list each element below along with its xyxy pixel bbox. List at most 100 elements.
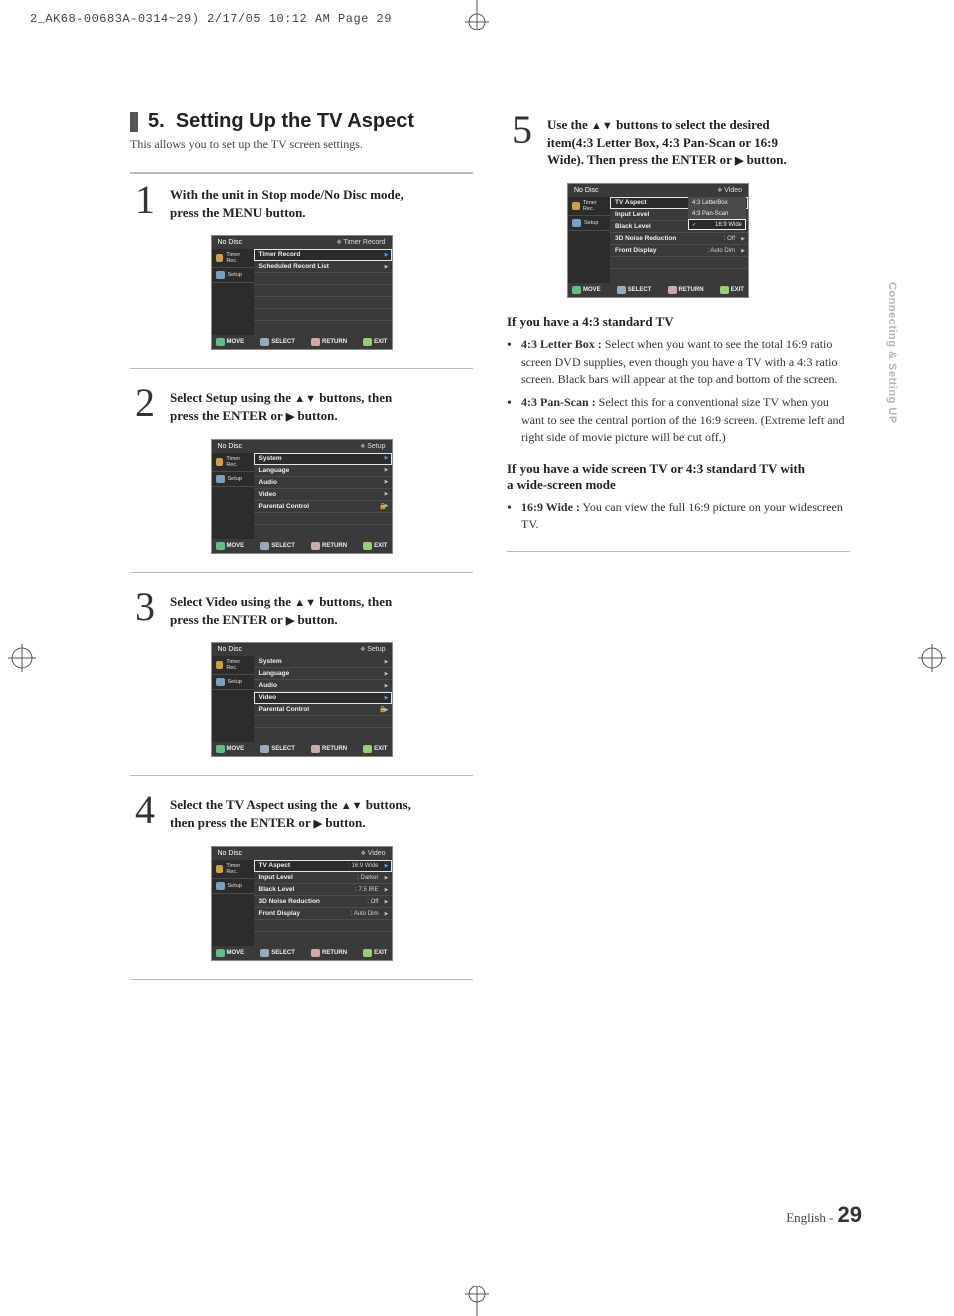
step-text: With the unit in Stop mode/No Disc mode,…: [170, 184, 404, 221]
timer-icon: [572, 202, 580, 210]
osd-sidebar-timer: Timer Rec.: [212, 656, 254, 675]
osd-row-empty: [254, 513, 392, 525]
move-key-icon: [216, 542, 225, 550]
exit-key-icon: [363, 949, 372, 957]
osd-sidebar-timer: Timer Rec.: [212, 453, 254, 472]
osd-step-4: No Disc Video Timer Rec. Setup TV Aspect…: [211, 846, 393, 961]
osd-legend: MOVE SELECT RETURN EXIT: [212, 742, 392, 756]
timer-icon: [216, 254, 224, 262]
chevron-right-icon: ▶: [385, 911, 389, 917]
exit-key-icon: [363, 338, 372, 346]
select-key-icon: [260, 949, 269, 957]
exit-key-icon: [363, 745, 372, 753]
bullet-list: 16:9 Wide : You can view the full 16:9 p…: [507, 499, 850, 534]
chevron-right-icon: ▶: [385, 683, 389, 689]
exit-key-icon: [720, 286, 729, 294]
right-triangle-icon: ▶: [286, 411, 294, 423]
osd-legend: MOVE SELECT RETURN EXIT: [212, 946, 392, 960]
return-key-icon: [311, 338, 320, 346]
osd-row: 3D Noise Reduction: Off▶: [254, 896, 392, 908]
chevron-right-icon: ▶: [385, 503, 389, 509]
left-column: 5. Setting Up the TV Aspect This allows …: [130, 110, 473, 998]
osd-row: Black Level: 7.5 IRE▶: [254, 884, 392, 896]
chevron-right-icon: ▶: [385, 899, 389, 905]
list-item: 16:9 Wide : You can view the full 16:9 p…: [521, 499, 850, 534]
registration-mark-right: [918, 644, 946, 672]
osd-row: Audio▶: [254, 477, 392, 489]
osd-sidebar-timer: Timer Rec.: [568, 197, 610, 216]
up-down-triangle-icon: ▲▼: [591, 120, 613, 132]
right-triangle-icon: ▶: [314, 818, 322, 830]
osd-sidebar-setup: Setup: [568, 216, 610, 231]
list-item: 4:3 Letter Box : Select when you want to…: [521, 336, 850, 388]
step-4: 4 Select the TV Aspect using the ▲▼ butt…: [130, 794, 473, 832]
osd-legend: MOVE SELECT RETURN EXIT: [212, 539, 392, 553]
return-key-icon: [311, 745, 320, 753]
chevron-right-icon: ▶: [385, 875, 389, 881]
osd-row: Front Display: Auto Dim▶: [610, 245, 748, 257]
select-key-icon: [260, 542, 269, 550]
osd-row-empty: [254, 716, 392, 728]
gear-icon: [216, 882, 225, 890]
step-number: 3: [130, 591, 160, 629]
osd-breadcrumb: Setup: [360, 646, 385, 653]
step-3: 3 Select Video using the ▲▼ buttons, the…: [130, 591, 473, 629]
osd-row-empty: [254, 309, 392, 321]
osd-sidebar-setup: Setup: [212, 472, 254, 487]
heading-bar-icon: [130, 112, 138, 132]
chevron-right-icon: ▶: [385, 264, 389, 270]
step-number: 2: [130, 387, 160, 425]
osd-row: Parental Control🔒▶: [254, 704, 392, 716]
print-header: 2_AK68-00683A-0314~29) 2/17/05 10:12 AM …: [30, 12, 392, 26]
chevron-right-icon: ▶: [385, 467, 389, 473]
osd-breadcrumb: Video: [717, 187, 742, 194]
osd-step-2: No Disc Setup Timer Rec. Setup System▶ L…: [211, 439, 393, 554]
osd-row: Front Display: Auto Dim▶: [254, 908, 392, 920]
chevron-right-icon: ▶: [385, 479, 389, 485]
osd-legend: MOVE SELECT RETURN EXIT: [212, 335, 392, 349]
gear-icon: [216, 271, 225, 279]
timer-icon: [216, 661, 224, 669]
osd-step-3: No Disc Setup Timer Rec. Setup System▶ L…: [211, 642, 393, 757]
chevron-right-icon: ▶: [385, 887, 389, 893]
up-down-triangle-icon: ▲▼: [294, 597, 316, 609]
step-text: Select Setup using the ▲▼ buttons, then …: [170, 387, 392, 425]
right-column: 5 Use the ▲▼ buttons to select the desir…: [507, 110, 850, 998]
footer-lang: English -: [786, 1210, 833, 1225]
osd-sidebar-setup: Setup: [212, 879, 254, 894]
list-item: 4:3 Pan-Scan : Select this for a convent…: [521, 394, 850, 446]
select-key-icon: [260, 338, 269, 346]
registration-mark-top: [454, 0, 500, 30]
move-key-icon: [216, 949, 225, 957]
rule: [507, 551, 850, 552]
osd-sidebar-setup: Setup: [212, 268, 254, 283]
osd-row-empty: [254, 920, 392, 932]
move-key-icon: [572, 286, 581, 294]
osd-status: No Disc: [218, 239, 243, 246]
section-subtitle: This allows you to set up the TV screen …: [130, 137, 473, 152]
chevron-right-icon: ▶: [741, 236, 745, 242]
osd-breadcrumb: Setup: [360, 443, 385, 450]
registration-mark-bottom: [454, 1286, 500, 1316]
osd-row: Audio▶: [254, 680, 392, 692]
osd-option: 4:3 LetterBox: [688, 197, 746, 208]
chevron-right-icon: ▶: [385, 455, 389, 461]
rule: [130, 775, 473, 776]
osd-option-selected: ✓16:9 Wide: [688, 219, 746, 230]
osd-status: No Disc: [574, 187, 599, 194]
gear-icon: [216, 475, 225, 483]
osd-step-5: No Disc Video Timer Rec. Setup TV Aspect…: [567, 183, 749, 298]
gear-icon: [572, 219, 581, 227]
registration-mark-left: [8, 644, 36, 672]
chevron-right-icon: ▶: [741, 248, 745, 254]
chevron-right-icon: ▶: [385, 671, 389, 677]
osd-breadcrumb: Video: [361, 850, 386, 857]
osd-row: Language▶: [254, 668, 392, 680]
gear-icon: [216, 678, 225, 686]
osd-sidebar-timer: Timer Rec.: [212, 860, 254, 879]
page-body: 5. Setting Up the TV Aspect This allows …: [130, 110, 850, 998]
step-5: 5 Use the ▲▼ buttons to select the desir…: [507, 114, 850, 169]
osd-row: Timer Record▶: [254, 249, 392, 261]
bullet-list: 4:3 Letter Box : Select when you want to…: [507, 336, 850, 446]
step-text: Use the ▲▼ buttons to select the desired…: [547, 114, 787, 169]
